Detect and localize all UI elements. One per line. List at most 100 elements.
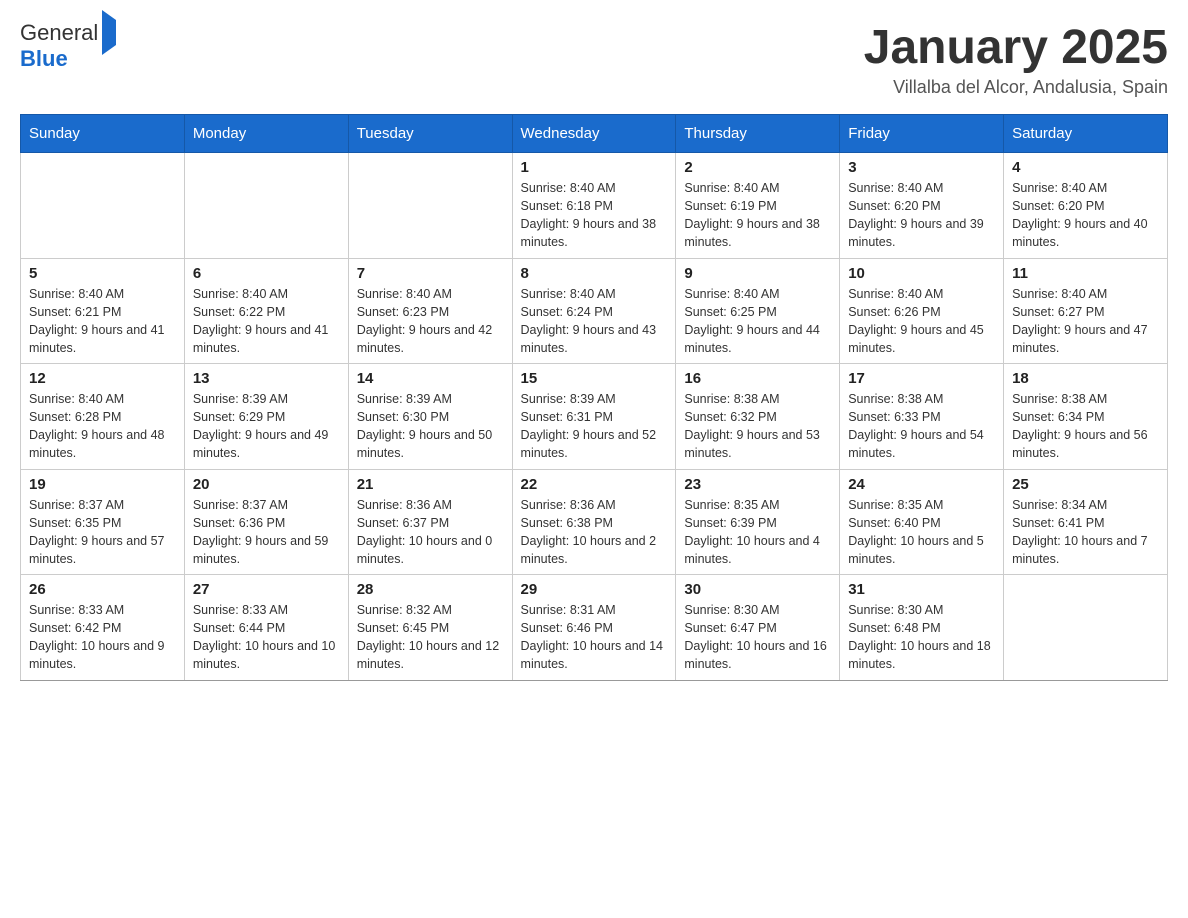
day-cell: 15Sunrise: 8:39 AMSunset: 6:31 PMDayligh… bbox=[512, 364, 676, 470]
day-number: 8 bbox=[521, 265, 668, 282]
day-number: 6 bbox=[193, 265, 340, 282]
header-saturday: Saturday bbox=[1004, 115, 1168, 153]
day-cell: 24 Sunrise: 8:35 AMSunset: 6:40 PMDayligh… bbox=[840, 469, 1004, 575]
day-number: 30 bbox=[684, 581, 831, 598]
day-number: 26 bbox=[29, 581, 176, 598]
day-number: 24 bbox=[848, 476, 995, 493]
title-block: January 2025 Villalba del Alcor, Andalus… bbox=[864, 20, 1168, 98]
day-info: Sunrise: 8:34 AMSunset: 6:41 PMDaylight:… bbox=[1012, 496, 1159, 569]
day-cell: 10Sunrise: 8:40 AMSunset: 6:26 PMDayligh… bbox=[840, 258, 1004, 364]
day-info: Sunrise: 8:40 AMSunset: 6:20 PMDaylight:… bbox=[1012, 179, 1159, 252]
day-number: 23 bbox=[684, 476, 831, 493]
week-row-2: 5Sunrise: 8:40 AMSunset: 6:21 PMDaylight… bbox=[21, 258, 1168, 364]
day-info: Sunrise: 8:40 AMSunset: 6:23 PMDaylight:… bbox=[357, 285, 504, 358]
day-info: Sunrise: 8:39 AMSunset: 6:29 PMDaylight:… bbox=[193, 390, 340, 463]
month-title: January 2025 bbox=[864, 20, 1168, 75]
day-cell: 17Sunrise: 8:38 AMSunset: 6:33 PMDayligh… bbox=[840, 364, 1004, 470]
header-wednesday: Wednesday bbox=[512, 115, 676, 153]
day-info: Sunrise: 8:38 AMSunset: 6:34 PMDaylight:… bbox=[1012, 390, 1159, 463]
week-row-4: 19 Sunrise: 8:37 AMSunset: 6:35 PMDayligh… bbox=[21, 469, 1168, 575]
header-monday: Monday bbox=[184, 115, 348, 153]
day-info: Sunrise: 8:30 AMSunset: 6:48 PMDaylight:… bbox=[848, 601, 995, 674]
day-cell: 7 Sunrise: 8:40 AMSunset: 6:23 PMDaylight… bbox=[348, 258, 512, 364]
day-number: 9 bbox=[684, 265, 831, 282]
page-header: GeneralBlue January 2025 Villalba del Al… bbox=[20, 20, 1168, 98]
day-info: Sunrise: 8:40 AMSunset: 6:26 PMDaylight:… bbox=[848, 285, 995, 358]
day-number: 4 bbox=[1012, 159, 1159, 176]
day-info: Sunrise: 8:32 AMSunset: 6:45 PMDaylight:… bbox=[357, 601, 504, 674]
day-cell: 19 Sunrise: 8:37 AMSunset: 6:35 PMDayligh… bbox=[21, 469, 185, 575]
day-info: Sunrise: 8:35 AMSunset: 6:40 PMDaylight:… bbox=[848, 496, 995, 569]
day-cell: 18 Sunrise: 8:38 AMSunset: 6:34 PMDayligh… bbox=[1004, 364, 1168, 470]
day-info: Sunrise: 8:37 AMSunset: 6:36 PMDaylight:… bbox=[193, 496, 340, 569]
day-info: Sunrise: 8:37 AMSunset: 6:35 PMDaylight:… bbox=[29, 496, 176, 569]
day-number: 19 bbox=[29, 476, 176, 493]
day-cell: 22 Sunrise: 8:36 AMSunset: 6:38 PMDayligh… bbox=[512, 469, 676, 575]
day-number: 12 bbox=[29, 370, 176, 387]
day-number: 2 bbox=[684, 159, 831, 176]
header-sunday: Sunday bbox=[21, 115, 185, 153]
day-cell: 11Sunrise: 8:40 AMSunset: 6:27 PMDayligh… bbox=[1004, 258, 1168, 364]
day-info: Sunrise: 8:40 AMSunset: 6:20 PMDaylight:… bbox=[848, 179, 995, 252]
day-number: 11 bbox=[1012, 265, 1159, 282]
day-cell bbox=[21, 153, 185, 259]
day-cell: 5Sunrise: 8:40 AMSunset: 6:21 PMDaylight… bbox=[21, 258, 185, 364]
day-info: Sunrise: 8:36 AMSunset: 6:38 PMDaylight:… bbox=[521, 496, 668, 569]
day-info: Sunrise: 8:40 AMSunset: 6:18 PMDaylight:… bbox=[521, 179, 668, 252]
day-number: 29 bbox=[521, 581, 668, 598]
day-number: 22 bbox=[521, 476, 668, 493]
day-info: Sunrise: 8:40 AMSunset: 6:19 PMDaylight:… bbox=[684, 179, 831, 252]
day-number: 1 bbox=[521, 159, 668, 176]
day-cell: 29 Sunrise: 8:31 AMSunset: 6:46 PMDayligh… bbox=[512, 575, 676, 681]
day-cell bbox=[1004, 575, 1168, 681]
week-row-3: 12Sunrise: 8:40 AMSunset: 6:28 PMDayligh… bbox=[21, 364, 1168, 470]
day-number: 7 bbox=[357, 265, 504, 282]
day-cell: 16Sunrise: 8:38 AMSunset: 6:32 PMDayligh… bbox=[676, 364, 840, 470]
day-number: 27 bbox=[193, 581, 340, 598]
day-number: 20 bbox=[193, 476, 340, 493]
calendar-body: 1 Sunrise: 8:40 AMSunset: 6:18 PMDaylight… bbox=[21, 153, 1168, 681]
day-cell: 27 Sunrise: 8:33 AMSunset: 6:44 PMDayligh… bbox=[184, 575, 348, 681]
day-number: 13 bbox=[193, 370, 340, 387]
day-number: 31 bbox=[848, 581, 995, 598]
day-cell: 20 Sunrise: 8:37 AMSunset: 6:36 PMDayligh… bbox=[184, 469, 348, 575]
day-cell bbox=[348, 153, 512, 259]
day-number: 15 bbox=[521, 370, 668, 387]
day-number: 16 bbox=[684, 370, 831, 387]
header-tuesday: Tuesday bbox=[348, 115, 512, 153]
logo-text: GeneralBlue bbox=[20, 20, 116, 72]
day-cell: 2 Sunrise: 8:40 AMSunset: 6:19 PMDaylight… bbox=[676, 153, 840, 259]
day-number: 5 bbox=[29, 265, 176, 282]
day-cell: 4 Sunrise: 8:40 AMSunset: 6:20 PMDaylight… bbox=[1004, 153, 1168, 259]
day-cell: 25 Sunrise: 8:34 AMSunset: 6:41 PMDayligh… bbox=[1004, 469, 1168, 575]
day-number: 28 bbox=[357, 581, 504, 598]
day-cell: 9 Sunrise: 8:40 AMSunset: 6:25 PMDaylight… bbox=[676, 258, 840, 364]
day-number: 17 bbox=[848, 370, 995, 387]
day-number: 14 bbox=[357, 370, 504, 387]
day-cell: 28 Sunrise: 8:32 AMSunset: 6:45 PMDayligh… bbox=[348, 575, 512, 681]
day-info: Sunrise: 8:36 AMSunset: 6:37 PMDaylight:… bbox=[357, 496, 504, 569]
day-info: Sunrise: 8:35 AMSunset: 6:39 PMDaylight:… bbox=[684, 496, 831, 569]
header-thursday: Thursday bbox=[676, 115, 840, 153]
day-cell: 8 Sunrise: 8:40 AMSunset: 6:24 PMDaylight… bbox=[512, 258, 676, 364]
location: Villalba del Alcor, Andalusia, Spain bbox=[864, 77, 1168, 98]
calendar-header-row: SundayMondayTuesdayWednesdayThursdayFrid… bbox=[21, 115, 1168, 153]
day-number: 18 bbox=[1012, 370, 1159, 387]
day-number: 25 bbox=[1012, 476, 1159, 493]
day-cell bbox=[184, 153, 348, 259]
week-row-1: 1 Sunrise: 8:40 AMSunset: 6:18 PMDaylight… bbox=[21, 153, 1168, 259]
day-info: Sunrise: 8:31 AMSunset: 6:46 PMDaylight:… bbox=[521, 601, 668, 674]
day-number: 3 bbox=[848, 159, 995, 176]
day-number: 21 bbox=[357, 476, 504, 493]
day-info: Sunrise: 8:40 AMSunset: 6:25 PMDaylight:… bbox=[684, 285, 831, 358]
calendar-table: SundayMondayTuesdayWednesdayThursdayFrid… bbox=[20, 114, 1168, 681]
calendar-header: SundayMondayTuesdayWednesdayThursdayFrid… bbox=[21, 115, 1168, 153]
logo-arrow-icon bbox=[102, 10, 116, 55]
day-cell: 1 Sunrise: 8:40 AMSunset: 6:18 PMDaylight… bbox=[512, 153, 676, 259]
day-info: Sunrise: 8:33 AMSunset: 6:44 PMDaylight:… bbox=[193, 601, 340, 674]
day-info: Sunrise: 8:40 AMSunset: 6:24 PMDaylight:… bbox=[521, 285, 668, 358]
day-info: Sunrise: 8:30 AMSunset: 6:47 PMDaylight:… bbox=[684, 601, 831, 674]
day-cell: 12Sunrise: 8:40 AMSunset: 6:28 PMDayligh… bbox=[21, 364, 185, 470]
day-cell: 3 Sunrise: 8:40 AMSunset: 6:20 PMDaylight… bbox=[840, 153, 1004, 259]
week-row-5: 26Sunrise: 8:33 AMSunset: 6:42 PMDayligh… bbox=[21, 575, 1168, 681]
